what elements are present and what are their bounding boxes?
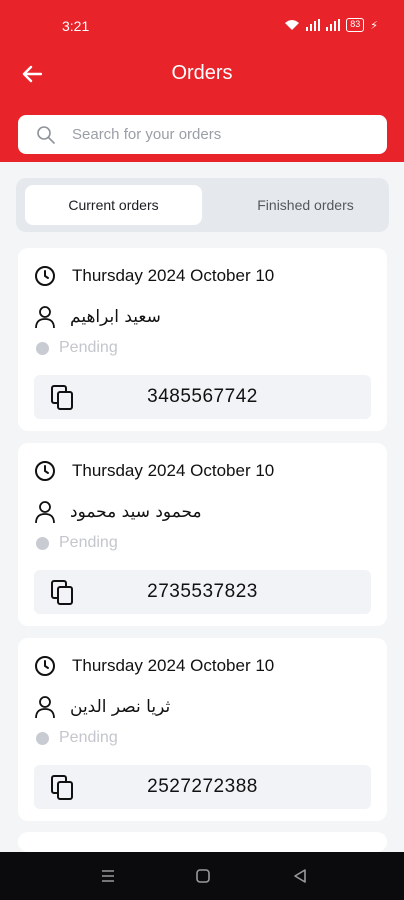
order-date: Thursday 2024 October 10	[72, 266, 275, 285]
status-badge: Pending	[59, 729, 118, 746]
search-icon	[37, 125, 55, 144]
order-number-box: 3485567742	[34, 375, 371, 419]
search-bar[interactable]	[18, 115, 387, 154]
order-number: 2735537823	[147, 581, 258, 602]
signal-icon	[306, 19, 321, 31]
customer-row: محمود سيد محمود	[34, 500, 202, 524]
status-dot	[36, 341, 49, 355]
clock-icon	[35, 461, 55, 481]
charging-icon: ⚡	[370, 19, 378, 32]
order-date: Thursday 2024 October 10	[72, 461, 275, 480]
system-nav-bar	[0, 852, 404, 900]
status-dot	[36, 536, 49, 550]
order-number: 3485567742	[147, 386, 258, 407]
tab-finished-orders[interactable]: Finished orders	[217, 185, 394, 225]
status-time: 3:21	[62, 18, 90, 34]
home-nav-icon[interactable]	[193, 866, 213, 886]
status-dot	[36, 731, 49, 745]
back-nav-icon[interactable]	[290, 866, 310, 886]
clock-icon	[35, 656, 55, 676]
user-icon	[35, 696, 55, 719]
status-bar: 3:21 83 ⚡	[0, 14, 404, 40]
order-card[interactable]: Thursday 2024 October 10 ثريا نصر الدين …	[18, 638, 387, 821]
order-tabs: Current orders Finished orders	[16, 178, 389, 232]
order-date-row: Thursday 2024 October 10	[34, 265, 274, 287]
order-card[interactable]: Thursday 2024 October 10 محمود سيد محمود…	[18, 443, 387, 626]
order-card[interactable]: Thursday 2024 October 10 سعيد ابراهيم Pe…	[18, 248, 387, 431]
order-number-box: 2527272388	[34, 765, 371, 809]
order-date-row: Thursday 2024 October 10	[34, 655, 274, 677]
order-card[interactable]	[18, 832, 387, 852]
user-icon	[35, 501, 55, 524]
order-status-row: Pending	[36, 339, 118, 357]
battery-icon: 83	[346, 18, 365, 32]
customer-name: سعيد ابراهيم	[70, 307, 161, 327]
status-badge: Pending	[59, 339, 118, 356]
order-status-row: Pending	[36, 534, 118, 552]
tab-current-orders[interactable]: Current orders	[25, 185, 202, 225]
order-number: 2527272388	[147, 776, 258, 797]
order-status-row: Pending	[36, 729, 118, 747]
signal-icon	[326, 19, 341, 31]
page-title: Orders	[171, 62, 233, 84]
customer-row: سعيد ابراهيم	[34, 305, 161, 329]
search-input[interactable]	[72, 126, 352, 143]
status-icons: 83 ⚡	[284, 18, 378, 32]
user-icon	[35, 306, 55, 329]
wifi-icon	[285, 20, 300, 30]
customer-row: ثريا نصر الدين	[34, 695, 170, 719]
order-date: Thursday 2024 October 10	[72, 656, 275, 675]
order-number-box: 2735537823	[34, 570, 371, 614]
customer-name: ثريا نصر الدين	[70, 697, 171, 717]
clock-icon	[35, 266, 55, 286]
status-badge: Pending	[59, 534, 118, 551]
order-date-row: Thursday 2024 October 10	[34, 460, 274, 482]
app-header: 3:21 83 ⚡ Orders	[0, 0, 404, 162]
customer-name: محمود سيد محمود	[70, 502, 202, 522]
menu-nav-icon[interactable]	[98, 866, 118, 886]
